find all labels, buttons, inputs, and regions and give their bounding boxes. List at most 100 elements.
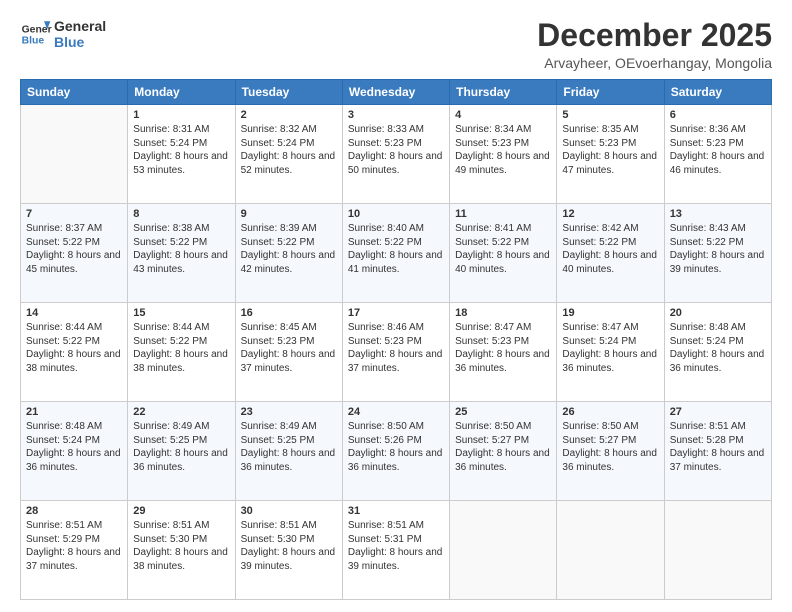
week-row-5: 28 Sunrise: 8:51 AMSunset: 5:29 PMDayligh… bbox=[21, 501, 772, 600]
day-number: 13 bbox=[670, 208, 766, 220]
day-number: 31 bbox=[348, 505, 444, 517]
cell-w3-d1: 14Sunrise: 8:44 AMSunset: 5:22 PMDayligh… bbox=[21, 303, 128, 402]
day-info: Sunrise: 8:51 AMSunset: 5:28 PMDaylight:… bbox=[670, 420, 766, 474]
day-number: 2 bbox=[241, 109, 337, 121]
day-number: 15 bbox=[133, 307, 229, 319]
cell-w3-d5: 18 Sunrise: 8:47 AMSunset: 5:23 PMDayligh… bbox=[450, 303, 557, 402]
day-number: 9 bbox=[241, 208, 337, 220]
cell-w2-d6: 12 Sunrise: 8:42 AMSunset: 5:22 PMDayligh… bbox=[557, 204, 664, 303]
week-row-4: 21Sunrise: 8:48 AMSunset: 5:24 PMDayligh… bbox=[21, 402, 772, 501]
day-number: 5 bbox=[562, 109, 658, 121]
logo-line1: General bbox=[54, 18, 106, 34]
day-number: 30 bbox=[241, 505, 337, 517]
day-number: 24 bbox=[348, 406, 444, 418]
week-row-1: 1 Sunrise: 8:31 AMSunset: 5:24 PMDaylight… bbox=[21, 105, 772, 204]
cell-w3-d7: 20Sunrise: 8:48 AMSunset: 5:24 PMDayligh… bbox=[664, 303, 771, 402]
day-number: 8 bbox=[133, 208, 229, 220]
day-info: Sunrise: 8:36 AMSunset: 5:23 PMDaylight:… bbox=[670, 123, 766, 177]
cell-w4-d7: 27Sunrise: 8:51 AMSunset: 5:28 PMDayligh… bbox=[664, 402, 771, 501]
cell-w5-d7 bbox=[664, 501, 771, 600]
day-number: 25 bbox=[455, 406, 551, 418]
day-info: Sunrise: 8:47 AMSunset: 5:23 PMDaylight:… bbox=[455, 321, 551, 375]
cell-w2-d4: 10 Sunrise: 8:40 AMSunset: 5:22 PMDayligh… bbox=[342, 204, 449, 303]
day-number: 6 bbox=[670, 109, 766, 121]
day-info: Sunrise: 8:47 AMSunset: 5:24 PMDaylight:… bbox=[562, 321, 658, 375]
cell-w2-d3: 9 Sunrise: 8:39 AMSunset: 5:22 PMDaylight… bbox=[235, 204, 342, 303]
day-info: Sunrise: 8:48 AMSunset: 5:24 PMDaylight:… bbox=[670, 321, 766, 375]
day-number: 18 bbox=[455, 307, 551, 319]
logo-icon: General Blue bbox=[20, 18, 52, 50]
cell-w2-d7: 13 Sunrise: 8:43 AMSunset: 5:22 PMDayligh… bbox=[664, 204, 771, 303]
day-number: 22 bbox=[133, 406, 229, 418]
day-number: 10 bbox=[348, 208, 444, 220]
day-number: 29 bbox=[133, 505, 229, 517]
cell-w3-d3: 16 Sunrise: 8:45 AMSunset: 5:23 PMDayligh… bbox=[235, 303, 342, 402]
cell-w4-d2: 22 Sunrise: 8:49 AMSunset: 5:25 PMDayligh… bbox=[128, 402, 235, 501]
day-number: 3 bbox=[348, 109, 444, 121]
day-info: Sunrise: 8:51 AMSunset: 5:29 PMDaylight:… bbox=[26, 519, 122, 573]
header: General Blue General Blue December 2025 … bbox=[20, 18, 772, 71]
day-number: 23 bbox=[241, 406, 337, 418]
day-number: 28 bbox=[26, 505, 122, 517]
day-info: Sunrise: 8:34 AMSunset: 5:23 PMDaylight:… bbox=[455, 123, 551, 177]
cell-w2-d5: 11 Sunrise: 8:41 AMSunset: 5:22 PMDayligh… bbox=[450, 204, 557, 303]
day-info: Sunrise: 8:41 AMSunset: 5:22 PMDaylight:… bbox=[455, 222, 551, 276]
page: General Blue General Blue December 2025 … bbox=[0, 0, 792, 612]
cell-w5-d2: 29 Sunrise: 8:51 AMSunset: 5:30 PMDayligh… bbox=[128, 501, 235, 600]
cell-w1-d6: 5Sunrise: 8:35 AMSunset: 5:23 PMDaylight… bbox=[557, 105, 664, 204]
day-info: Sunrise: 8:50 AMSunset: 5:26 PMDaylight:… bbox=[348, 420, 444, 474]
day-info: Sunrise: 8:32 AMSunset: 5:24 PMDaylight:… bbox=[241, 123, 337, 177]
svg-text:Blue: Blue bbox=[22, 36, 45, 47]
title-block: December 2025 Arvayheer, OEvoerhangay, M… bbox=[537, 18, 772, 71]
day-info: Sunrise: 8:42 AMSunset: 5:22 PMDaylight:… bbox=[562, 222, 658, 276]
day-info: Sunrise: 8:51 AMSunset: 5:30 PMDaylight:… bbox=[133, 519, 229, 573]
day-number: 17 bbox=[348, 307, 444, 319]
cell-w4-d1: 21Sunrise: 8:48 AMSunset: 5:24 PMDayligh… bbox=[21, 402, 128, 501]
day-info: Sunrise: 8:50 AMSunset: 5:27 PMDaylight:… bbox=[562, 420, 658, 474]
week-row-3: 14Sunrise: 8:44 AMSunset: 5:22 PMDayligh… bbox=[21, 303, 772, 402]
day-number: 12 bbox=[562, 208, 658, 220]
cell-w4-d4: 24 Sunrise: 8:50 AMSunset: 5:26 PMDayligh… bbox=[342, 402, 449, 501]
day-info: Sunrise: 8:46 AMSunset: 5:23 PMDaylight:… bbox=[348, 321, 444, 375]
cell-w1-d1 bbox=[21, 105, 128, 204]
month-title: December 2025 bbox=[537, 18, 772, 53]
day-info: Sunrise: 8:40 AMSunset: 5:22 PMDaylight:… bbox=[348, 222, 444, 276]
header-row: Sunday Monday Tuesday Wednesday Thursday… bbox=[21, 80, 772, 105]
cell-w1-d3: 2 Sunrise: 8:32 AMSunset: 5:24 PMDaylight… bbox=[235, 105, 342, 204]
day-info: Sunrise: 8:43 AMSunset: 5:22 PMDaylight:… bbox=[670, 222, 766, 276]
day-info: Sunrise: 8:45 AMSunset: 5:23 PMDaylight:… bbox=[241, 321, 337, 375]
day-number: 26 bbox=[562, 406, 658, 418]
day-info: Sunrise: 8:38 AMSunset: 5:22 PMDaylight:… bbox=[133, 222, 229, 276]
cell-w1-d7: 6 Sunrise: 8:36 AMSunset: 5:23 PMDaylight… bbox=[664, 105, 771, 204]
day-number: 19 bbox=[562, 307, 658, 319]
cell-w5-d4: 31Sunrise: 8:51 AMSunset: 5:31 PMDayligh… bbox=[342, 501, 449, 600]
day-info: Sunrise: 8:44 AMSunset: 5:22 PMDaylight:… bbox=[26, 321, 122, 375]
day-number: 7 bbox=[26, 208, 122, 220]
cell-w5-d5 bbox=[450, 501, 557, 600]
day-info: Sunrise: 8:51 AMSunset: 5:30 PMDaylight:… bbox=[241, 519, 337, 573]
day-number: 21 bbox=[26, 406, 122, 418]
col-wednesday: Wednesday bbox=[342, 80, 449, 105]
col-thursday: Thursday bbox=[450, 80, 557, 105]
cell-w2-d2: 8 Sunrise: 8:38 AMSunset: 5:22 PMDaylight… bbox=[128, 204, 235, 303]
subtitle: Arvayheer, OEvoerhangay, Mongolia bbox=[537, 55, 772, 71]
day-info: Sunrise: 8:39 AMSunset: 5:22 PMDaylight:… bbox=[241, 222, 337, 276]
cell-w2-d1: 7 Sunrise: 8:37 AMSunset: 5:22 PMDaylight… bbox=[21, 204, 128, 303]
cell-w4-d3: 23 Sunrise: 8:49 AMSunset: 5:25 PMDayligh… bbox=[235, 402, 342, 501]
day-number: 11 bbox=[455, 208, 551, 220]
cell-w5-d3: 30 Sunrise: 8:51 AMSunset: 5:30 PMDayligh… bbox=[235, 501, 342, 600]
cell-w1-d4: 3Sunrise: 8:33 AMSunset: 5:23 PMDaylight… bbox=[342, 105, 449, 204]
day-info: Sunrise: 8:37 AMSunset: 5:22 PMDaylight:… bbox=[26, 222, 122, 276]
day-number: 16 bbox=[241, 307, 337, 319]
day-info: Sunrise: 8:49 AMSunset: 5:25 PMDaylight:… bbox=[241, 420, 337, 474]
day-info: Sunrise: 8:49 AMSunset: 5:25 PMDaylight:… bbox=[133, 420, 229, 474]
logo: General Blue General Blue bbox=[20, 18, 106, 50]
cell-w5-d6 bbox=[557, 501, 664, 600]
cell-w1-d5: 4Sunrise: 8:34 AMSunset: 5:23 PMDaylight… bbox=[450, 105, 557, 204]
day-info: Sunrise: 8:44 AMSunset: 5:22 PMDaylight:… bbox=[133, 321, 229, 375]
day-number: 1 bbox=[133, 109, 229, 121]
day-info: Sunrise: 8:31 AMSunset: 5:24 PMDaylight:… bbox=[133, 123, 229, 177]
cell-w4-d6: 26 Sunrise: 8:50 AMSunset: 5:27 PMDayligh… bbox=[557, 402, 664, 501]
cell-w3-d4: 17 Sunrise: 8:46 AMSunset: 5:23 PMDayligh… bbox=[342, 303, 449, 402]
col-monday: Monday bbox=[128, 80, 235, 105]
